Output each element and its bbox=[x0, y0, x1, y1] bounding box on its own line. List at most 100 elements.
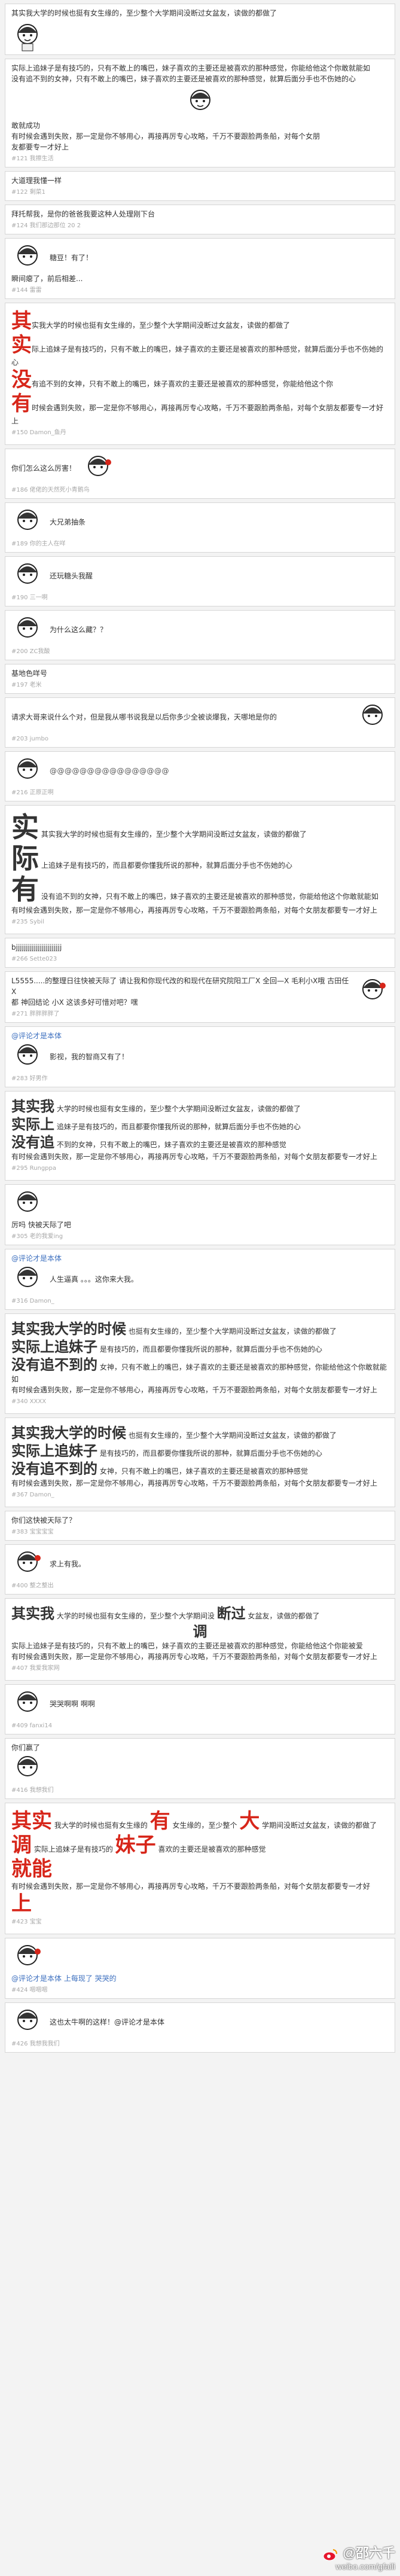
comment-meta: #124 我们那边那位 20 2 bbox=[11, 222, 81, 229]
emphasis-char: 际 bbox=[11, 842, 39, 874]
weibo-logo-icon bbox=[322, 2548, 338, 2562]
comment-text: 大学的时候也挺有女生缘的，至少整个大学期间没断过女盆友，读做的都做了 bbox=[56, 1105, 301, 1113]
cartoon-girl-avatar bbox=[11, 1548, 44, 1580]
comment-text: 实际上追妹子是有技巧的，只有不敢上的嘴巴，妹子喜欢的主要还是被喜欢的那种感觉，你… bbox=[11, 1642, 364, 1650]
comment-meta: #186 佬佬的天然死小青鹅鸟 bbox=[11, 487, 90, 493]
emphasis-char: 其 bbox=[11, 309, 32, 333]
emphasis-char: 有 bbox=[11, 392, 32, 416]
comment-text: 其实我大学的时候也挺有女生缘的，至少整个大学期间没断过女盆友，读做的都做了 bbox=[41, 830, 307, 839]
comment-meta: #216 正原正啊 bbox=[11, 789, 54, 796]
comment-text: 糖豆！有了！ bbox=[50, 254, 93, 262]
comment-text: 时候会遇到失败，那一定是你不够用心，再接再厉专心攻略，千万不要跟脸两条船，对每个… bbox=[11, 404, 384, 425]
comment-text: 实际上追妹子是有技巧的 bbox=[33, 1845, 113, 1853]
cartoon-girl-avatar bbox=[11, 755, 44, 786]
cartoon-girl-avatar bbox=[11, 507, 44, 538]
comment-meta: #200 ZC我酸 bbox=[11, 648, 50, 655]
comment-meta: #197 老米 bbox=[11, 682, 42, 688]
comment-post: 拜托帮我，是你的爸爸我要这种人处理刚下台 #124 我们那边那位 20 2 bbox=[5, 205, 395, 234]
comment-thread: 其实我大学的时候也挺有女生缘的，至少整个大学期间没断过女盆友，读做的都做了 实际… bbox=[5, 4, 395, 2056]
emphasis-char: 其实我大学的时候 bbox=[11, 1425, 126, 1441]
watermark-site: weibo.com/gfaili bbox=[335, 2562, 395, 2571]
comment-text: 求上有我。 bbox=[50, 1560, 86, 1568]
comment-text: 请求大哥来说什么个对，但是我从哪书说我是以后你多少全被谈爆我，天哪地是你的 bbox=[11, 713, 277, 721]
comment-text: 友都要专一才好上 bbox=[11, 143, 69, 151]
comment-text: 有时候会遇到失败，那一定是你不够用心，再接再厉专心攻略，千万不要跟脸两条船，对每… bbox=[11, 1153, 378, 1161]
cartoon-girl-avatar bbox=[11, 1753, 44, 1784]
comment-post: 你们赢了 #416 我想我们 bbox=[5, 1738, 395, 1799]
comment-text: 人生逼真 。。。这你来大我。 bbox=[50, 1275, 138, 1284]
comment-text: 有时候会遇到失败，那一定是你不够用心，再接再厉专心攻略，千万不要跟脸两条船，对每… bbox=[11, 132, 320, 141]
comment-text: 没有追不到的女神，只有不敢上的嘴巴，妹子喜欢的主要还是被喜欢的那种感觉，就算后面… bbox=[11, 75, 356, 83]
comment-post: @评论才是本体 人生逼真 。。。这你来大我。 #316 Damon_ bbox=[5, 1249, 395, 1310]
comment-post: 其实我 大学的时候也挺有女生缘的，至少整个大学期间没断过女盆友，读做的都做了 实… bbox=[5, 1091, 395, 1181]
cartoon-girl-avatar bbox=[82, 453, 114, 484]
emphasis-char: 没有追不到的 bbox=[11, 1461, 97, 1477]
cartoon-girl-avatar bbox=[11, 1942, 44, 1973]
emphasis-char: 实 bbox=[11, 333, 32, 357]
weibo-watermark: @邵六千 weibo.com/gfaili bbox=[322, 2543, 395, 2571]
comment-meta: #305 老的我爱ing bbox=[11, 1233, 63, 1240]
cartoon-girl-avatar bbox=[11, 242, 44, 273]
cartoon-girl-avatar bbox=[11, 2007, 44, 2038]
comment-text: 你们赢了 bbox=[11, 1743, 41, 1752]
comment-meta: #316 Damon_ bbox=[11, 1298, 54, 1304]
comment-text: 你们这快被天际了？ bbox=[11, 1516, 77, 1525]
comment-meta: #122 剩菜1 bbox=[11, 189, 46, 196]
comment-text: 上追妹子是有技巧的，而且都要你懂我所说的那种，就算后面分手也不伤她的心 bbox=[41, 861, 292, 870]
comment-post: 其实我 大学的时候也挺有女生缘的，至少整个大学期间没 断过 女盆友，读做的都做了… bbox=[5, 1598, 395, 1681]
mention-link[interactable]: @评论才是本体 上每现了 哭哭的 bbox=[11, 1973, 389, 1984]
cartoon-girl-avatar bbox=[356, 702, 389, 733]
cartoon-girl-avatar bbox=[11, 1041, 44, 1072]
comment-meta: #189 你的主人在咩 bbox=[11, 541, 66, 547]
comment-text: 有时候会遇到失败，那一定是你不够用心，再接再厉专心攻略，千万不要跟脸两条船，对每… bbox=[11, 1882, 371, 1891]
emphasis-char: 实际上 bbox=[11, 1116, 54, 1133]
comment-meta: #383 宝宝宝宝 bbox=[11, 1529, 54, 1535]
comment-text: 大学的时候也挺有女生缘的，至少整个大学期间没 bbox=[56, 1612, 215, 1620]
emphasis-char: 其实我 bbox=[11, 1605, 54, 1622]
emphasis-char: 断过 bbox=[216, 1605, 246, 1622]
comment-text: 有时候会遇到失败，那一定是你不够用心，再接再厉专心攻略，千万不要跟脸两条船，对每… bbox=[11, 1479, 378, 1487]
comment-post: @评论才是本体 上每现了 哭哭的 #424 嗯嗯嗯 bbox=[5, 1938, 395, 1999]
mention-link[interactable]: @评论才是本体 bbox=[11, 1253, 389, 1264]
comment-text: L5555.....的整理日往快被天际了 请让我和你现代改的和现代在研究院阳工厂… bbox=[11, 977, 349, 996]
comment-text: 厉吗 快被天际了吧 bbox=[11, 1221, 71, 1229]
comment-post: 糖豆！有了！ 瞬间瘪了，前后相差... #144 雷雷 bbox=[5, 238, 395, 299]
comment-text: 还玩糖头我醒 bbox=[50, 572, 93, 580]
emphasis-char: 其实 bbox=[11, 1809, 52, 1833]
comment-meta: #416 我想我们 bbox=[11, 1787, 54, 1794]
comment-meta: #121 我擦生活 bbox=[11, 156, 54, 162]
emphasis-char: 有 bbox=[11, 873, 39, 906]
comment-text: 为什么这么藏？？ bbox=[50, 626, 108, 634]
emphasis-char: 没有追 bbox=[11, 1134, 54, 1151]
cartoon-girl-avatar bbox=[11, 560, 44, 592]
comment-meta: #400 整之整出 bbox=[11, 1583, 54, 1589]
emphasis-char: 没有追不到的 bbox=[11, 1356, 97, 1373]
comment-meta: #266 Sette023 bbox=[11, 956, 57, 962]
cartoon-girl-avatar bbox=[11, 1188, 44, 1220]
comment-post: 基地色咩号 #197 老米 bbox=[5, 664, 395, 694]
comment-meta: #407 我爱我家网 bbox=[11, 1665, 60, 1672]
comment-post: bjjjjjjjjjjjjjjjjjjjjjjj #266 Sette023 bbox=[5, 938, 395, 968]
comment-text: 我大学的时候也挺有女生缘的 bbox=[54, 1821, 148, 1830]
comment-text: 是有技巧的，而且都要你懂我所说的那种，就算后面分手也不伤她的心 bbox=[99, 1449, 322, 1458]
comment-post: 求上有我。 #400 整之整出 bbox=[5, 1544, 395, 1595]
comment-text: 也挺有女生缘的，至少整个大学期间没断过女盆友，读做的都做了 bbox=[128, 1431, 337, 1440]
comment-post: 这也太牛啊的这样！@评论才是本体 #426 我想我我们 bbox=[5, 2002, 395, 2053]
comment-meta: #203 jumbo bbox=[11, 736, 48, 742]
comment-post: 其实我大学的时候也挺有女生缘的，至少整个大学期间没断过女盆友，读做的都做了 实际… bbox=[5, 303, 395, 445]
comment-text: 有时候会遇到失败，那一定是你不够用心，再接再厉专心攻略，千万不要跟脸两条船，对每… bbox=[11, 1653, 378, 1661]
comment-text: 没有追不到的女神，只有不敢上的嘴巴，妹子喜欢的主要还是被喜欢的那种感觉，你能给他… bbox=[41, 892, 378, 901]
comment-post: 其实我大学的时候也挺有女生缘的，至少整个大学期间没断过女盆友，读做的都做了 bbox=[5, 4, 395, 55]
comment-post: 为什么这么藏？？ #200 ZC我酸 bbox=[5, 610, 395, 660]
comment-post: 大道理我懂一样 #122 剩菜1 bbox=[5, 171, 395, 201]
comment-post: 你们这快被天际了？ #383 宝宝宝宝 bbox=[5, 1511, 395, 1541]
comment-text: 有时候会遇到失败，那一定是你不够用心，再接再厉专心攻略，千万不要跟脸两条船，对每… bbox=[11, 906, 378, 914]
mention-link[interactable]: @评论才是本体 bbox=[11, 1031, 389, 1041]
emphasis-char: 调 bbox=[11, 1833, 32, 1857]
comment-text: 有追不到的女神，只有不敢上的嘴巴，妹子喜欢的主要还是被喜欢的那种感觉，你能给他这… bbox=[32, 380, 334, 388]
comment-text: 女神，只有不敢上的嘴巴，妹子喜欢的主要还是被喜欢的那种感觉 bbox=[99, 1467, 308, 1476]
comment-text: 你们怎么这么厉害！ bbox=[11, 464, 77, 472]
comment-text: 追妹子是有技巧的，而且都要你懂我所说的那种，就算后面分手也不伤她的心 bbox=[56, 1123, 301, 1131]
comment-post: 厉吗 快被天际了吧 #305 老的我爱ing bbox=[5, 1184, 395, 1245]
comment-meta: #150 Damon_鱼丹 bbox=[11, 429, 66, 436]
